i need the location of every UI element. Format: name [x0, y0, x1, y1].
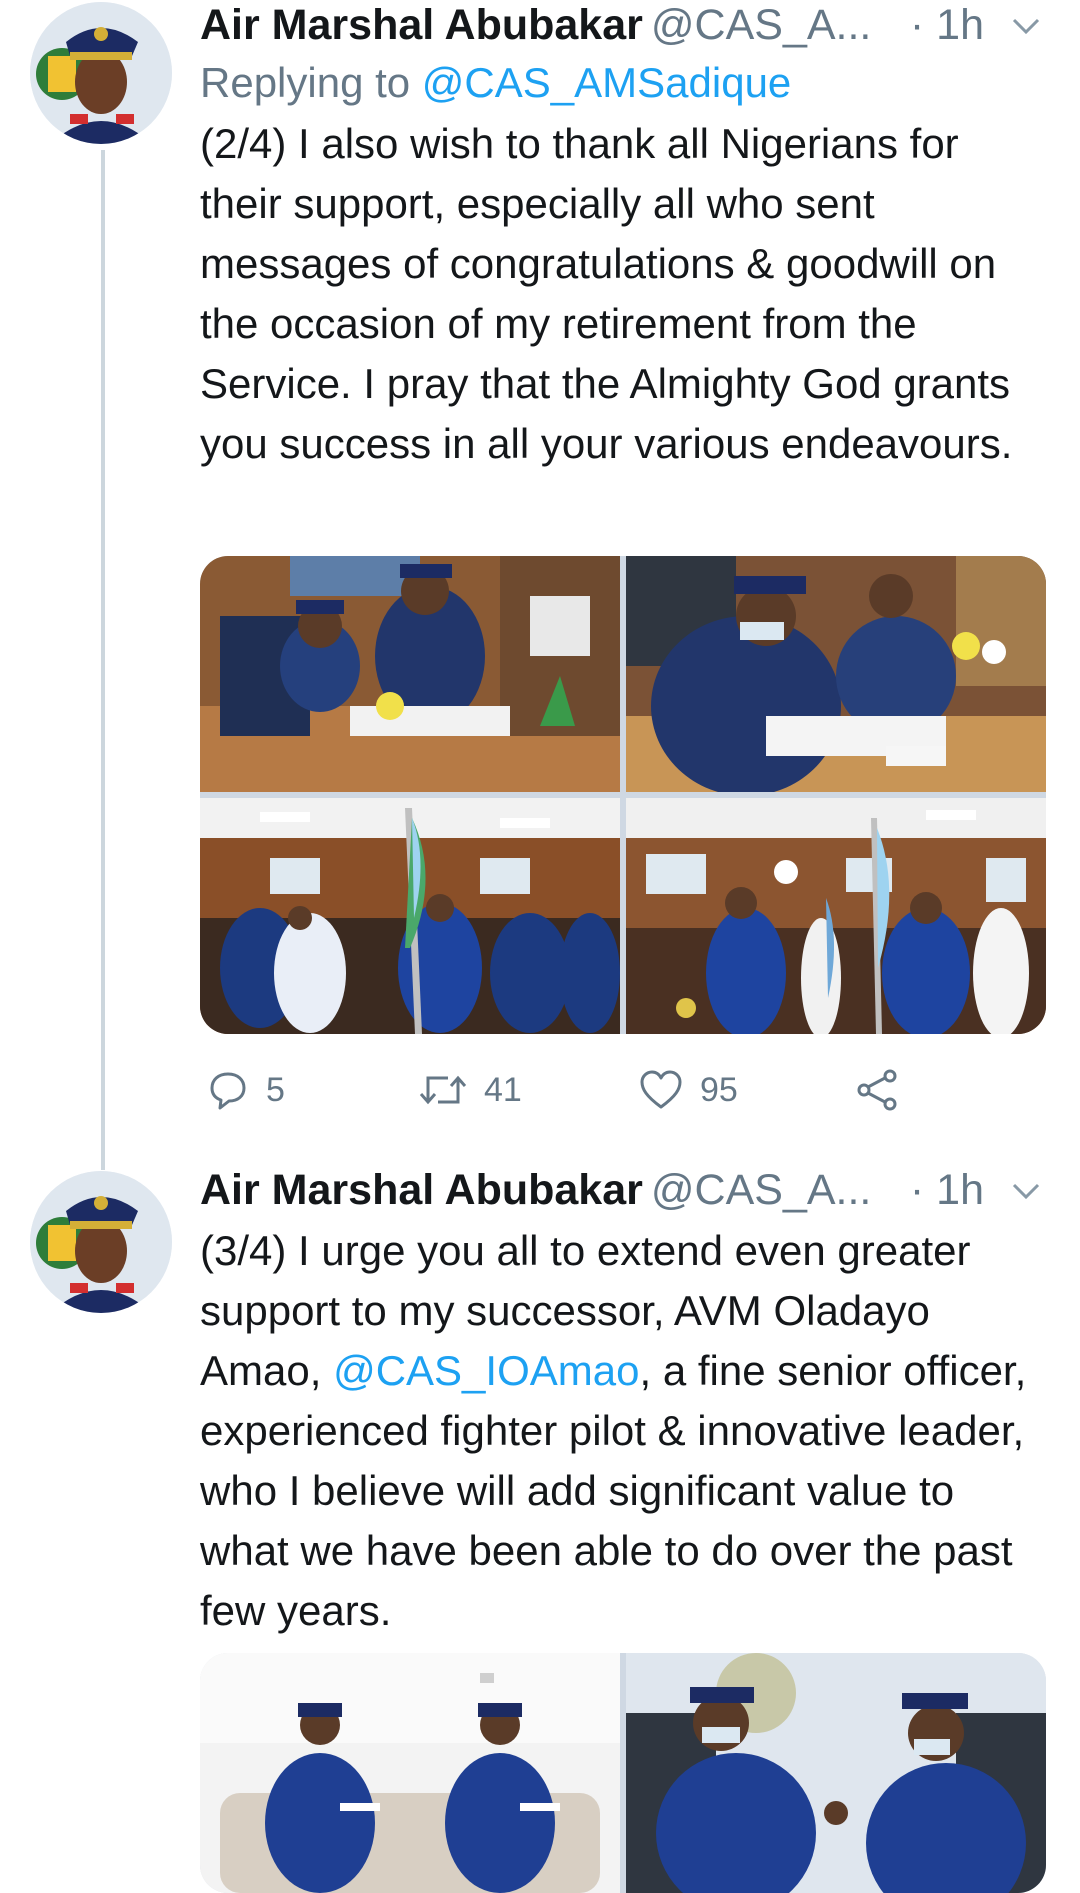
reply-button[interactable]: 5 [206, 1060, 285, 1120]
avatar[interactable] [30, 2, 172, 144]
flag-handover-photo-1[interactable] [200, 798, 620, 1034]
avatar[interactable] [30, 1171, 172, 1313]
retweet-button[interactable]: 41 [418, 1060, 522, 1120]
thread-connector-line [101, 150, 105, 1170]
timestamp[interactable]: · 1h [910, 0, 984, 50]
signing-ceremony-photo-1[interactable] [200, 556, 620, 792]
officers-meeting-photo[interactable] [626, 1653, 1046, 1893]
author-name[interactable]: Air Marshal Abubakar [200, 1, 643, 49]
flag-handover-photo-2[interactable] [626, 798, 1046, 1034]
mention-link[interactable]: @CAS_IOAmao [333, 1347, 639, 1394]
reply-icon [210, 1072, 246, 1110]
tweet-header: Air Marshal Abubakar @CAS_A... · 1h [200, 0, 1046, 50]
photo-grid [200, 1653, 1046, 1893]
tweet-header: Air Marshal Abubakar @CAS_A... · 1h [200, 1165, 1046, 1215]
reply-count: 5 [266, 1070, 285, 1109]
author-name[interactable]: Air Marshal Abubakar [200, 1166, 643, 1214]
like-button[interactable]: 95 [638, 1060, 738, 1120]
reply-mention-link[interactable]: @CAS_AMSadique [422, 59, 792, 106]
replying-to: Replying to @CAS_AMSadique [200, 58, 1046, 108]
tweet-actions: 5 41 95 [200, 1060, 900, 1120]
reply-prefix: Replying to [200, 59, 422, 106]
chevron-down-icon[interactable] [1006, 1173, 1046, 1209]
tweet-text: (3/4) I urge you all to extend even grea… [200, 1221, 1046, 1641]
share-icon [857, 1069, 897, 1111]
retweet-icon [419, 1075, 467, 1105]
tweet-text: (2/4) I also wish to thank all Nigerians… [200, 120, 1013, 467]
share-button[interactable] [854, 1060, 900, 1120]
like-count: 95 [700, 1070, 738, 1109]
author-handle[interactable]: @CAS_A... [651, 1166, 872, 1214]
chevron-down-icon[interactable] [1006, 8, 1046, 44]
retweet-count: 41 [484, 1070, 522, 1109]
officers-seated-photo[interactable] [200, 1653, 620, 1893]
author-handle[interactable]: @CAS_A... [651, 1, 872, 49]
photo-grid [200, 556, 1046, 1034]
timestamp[interactable]: · 1h [910, 1165, 984, 1215]
signing-ceremony-photo-2[interactable] [626, 556, 1046, 792]
like-icon [640, 1070, 682, 1109]
